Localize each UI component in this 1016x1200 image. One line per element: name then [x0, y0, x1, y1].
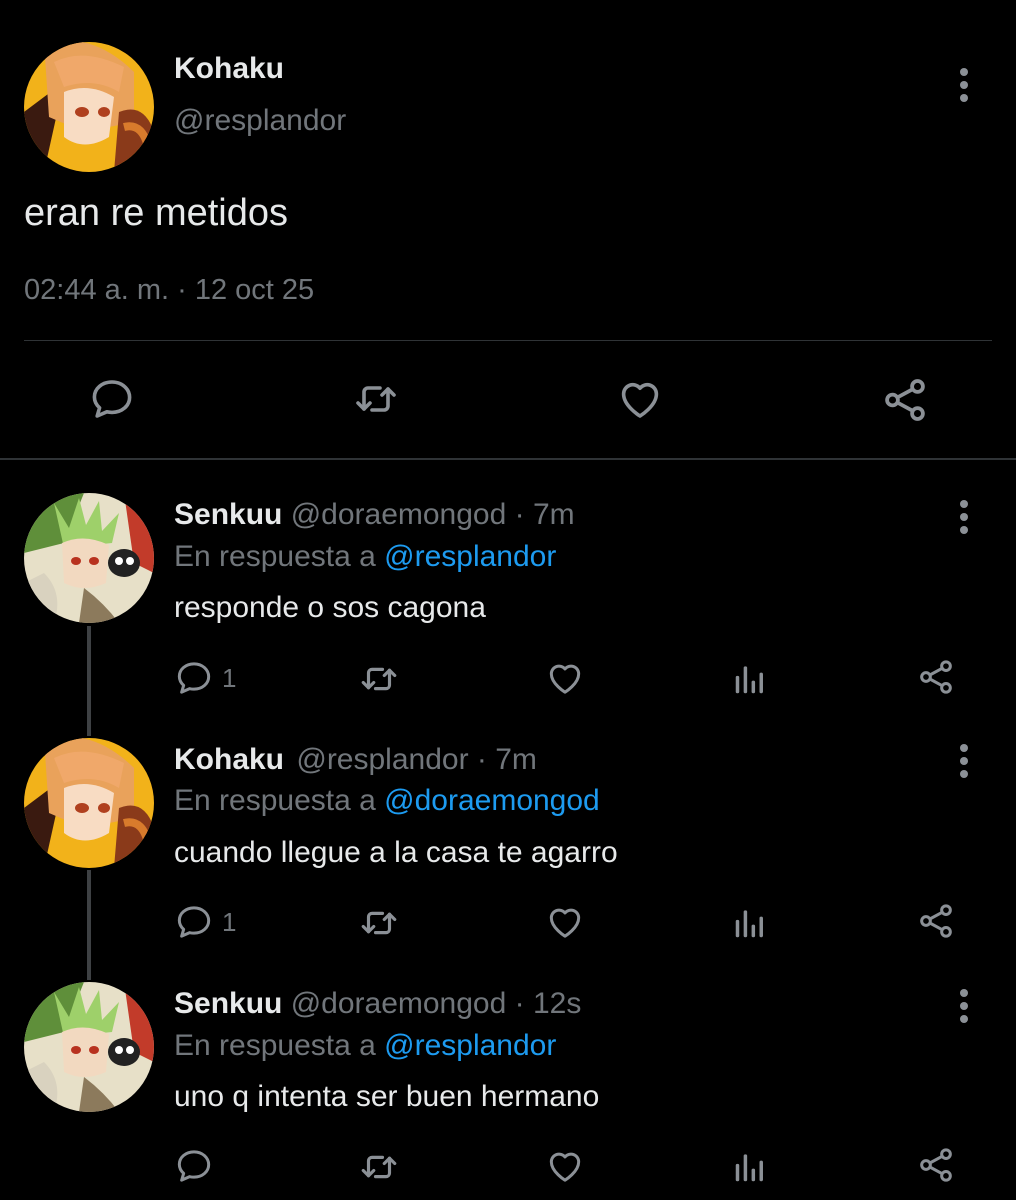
- views-button[interactable]: [731, 904, 769, 942]
- share-button[interactable]: [880, 375, 930, 425]
- replying-to-line: En respuesta a @resplandor: [174, 540, 556, 574]
- reply-icon: [174, 1146, 214, 1186]
- replying-to-line: En respuesta a @doraemongod: [174, 784, 600, 818]
- like-icon: [545, 658, 585, 698]
- reply-header: Kohaku @resplandor · 7m: [174, 743, 537, 777]
- senkuu-avatar-image: [24, 493, 154, 623]
- more-options-icon[interactable]: [958, 744, 970, 778]
- reply-author-avatar[interactable]: [24, 982, 154, 1112]
- reply-header: Senkuu @doraemongod · 12s: [174, 987, 581, 1021]
- replying-to-prefix: En respuesta a: [174, 540, 376, 573]
- more-options-icon[interactable]: [958, 500, 970, 534]
- reply-text: uno q intenta ser buen hermano: [174, 1080, 600, 1113]
- more-options-icon[interactable]: [958, 989, 970, 1023]
- share-icon: [916, 901, 956, 941]
- reply-author-name[interactable]: Senkuu: [174, 987, 282, 1020]
- retweet-button[interactable]: [352, 375, 400, 423]
- reply-count: 1: [222, 662, 237, 693]
- kebab-dot: [960, 989, 968, 997]
- replying-to-prefix: En respuesta a: [174, 1029, 376, 1062]
- reply-button[interactable]: 1: [174, 902, 236, 942]
- replying-to-line: En respuesta a @resplandor: [174, 1029, 556, 1063]
- reply-button[interactable]: [174, 1146, 222, 1186]
- kebab-dot: [960, 513, 968, 521]
- reply-handle-time[interactable]: @doraemongod · 7m: [291, 498, 575, 531]
- views-icon: [731, 1148, 769, 1186]
- reply-count: 1: [222, 906, 237, 937]
- share-button[interactable]: [916, 1145, 956, 1185]
- retweet-icon: [358, 902, 400, 944]
- retweet-icon: [352, 375, 400, 423]
- reply-text: cuando llegue a la casa te agarro: [174, 836, 618, 869]
- reply-handle-time[interactable]: @resplandor · 7m: [296, 743, 537, 776]
- kebab-dot: [960, 500, 968, 508]
- kebab-dot: [960, 744, 968, 752]
- share-icon: [916, 657, 956, 697]
- more-options-icon[interactable]: [958, 68, 970, 102]
- retweet-icon: [358, 1146, 400, 1188]
- reply-author-name[interactable]: Senkuu: [174, 498, 282, 531]
- views-button[interactable]: [731, 660, 769, 698]
- retweet-button[interactable]: [358, 658, 400, 700]
- reply-author-avatar[interactable]: [24, 493, 154, 623]
- main-tweet-timestamp: 02:44 a. m. · 12 oct 25: [24, 274, 315, 306]
- kohaku-avatar-image: [24, 42, 154, 172]
- like-button[interactable]: [545, 902, 585, 942]
- reply-header: Senkuu @doraemongod · 7m: [174, 498, 575, 532]
- divider: [24, 340, 992, 341]
- kebab-dot: [960, 68, 968, 76]
- kebab-dot: [960, 81, 968, 89]
- share-icon: [880, 375, 930, 425]
- reply-handle-time[interactable]: @doraemongod · 12s: [291, 987, 582, 1020]
- kebab-dot: [960, 757, 968, 765]
- kebab-dot: [960, 1015, 968, 1023]
- reply-author-avatar[interactable]: [24, 738, 154, 868]
- like-button[interactable]: [545, 658, 585, 698]
- retweet-button[interactable]: [358, 902, 400, 944]
- like-icon: [545, 1146, 585, 1186]
- retweet-icon: [358, 658, 400, 700]
- reply-button[interactable]: [88, 375, 136, 423]
- share-button[interactable]: [916, 901, 956, 941]
- replying-to-mention[interactable]: @doraemongod: [384, 784, 600, 817]
- kebab-dot: [960, 1002, 968, 1010]
- like-icon: [545, 902, 585, 942]
- kebab-dot: [960, 526, 968, 534]
- like-button[interactable]: [616, 375, 664, 423]
- reply-icon: [174, 902, 214, 942]
- section-divider: [0, 458, 1016, 460]
- kebab-dot: [960, 770, 968, 778]
- share-icon: [916, 1145, 956, 1185]
- retweet-button[interactable]: [358, 1146, 400, 1188]
- views-button[interactable]: [731, 1148, 769, 1186]
- reply-icon: [88, 375, 136, 423]
- thread-connector: [87, 870, 91, 980]
- share-button[interactable]: [916, 657, 956, 697]
- reply-button[interactable]: 1: [174, 658, 236, 698]
- main-tweet-text: eran re metidos: [24, 192, 289, 234]
- main-author-handle[interactable]: @resplandor: [174, 104, 346, 138]
- like-button[interactable]: [545, 1146, 585, 1186]
- thread-connector: [87, 626, 91, 736]
- senkuu-avatar-image: [24, 982, 154, 1112]
- replying-to-prefix: En respuesta a: [174, 784, 376, 817]
- kohaku-avatar-image: [24, 738, 154, 868]
- views-icon: [731, 660, 769, 698]
- replying-to-mention[interactable]: @resplandor: [384, 540, 556, 573]
- main-author-name[interactable]: Kohaku: [174, 52, 284, 86]
- reply-author-name[interactable]: Kohaku: [174, 743, 284, 776]
- like-icon: [616, 375, 664, 423]
- reply-icon: [174, 658, 214, 698]
- main-author-avatar[interactable]: [24, 42, 154, 172]
- views-icon: [731, 904, 769, 942]
- kebab-dot: [960, 94, 968, 102]
- reply-text: responde o sos cagona: [174, 591, 486, 624]
- replying-to-mention[interactable]: @resplandor: [384, 1029, 556, 1062]
